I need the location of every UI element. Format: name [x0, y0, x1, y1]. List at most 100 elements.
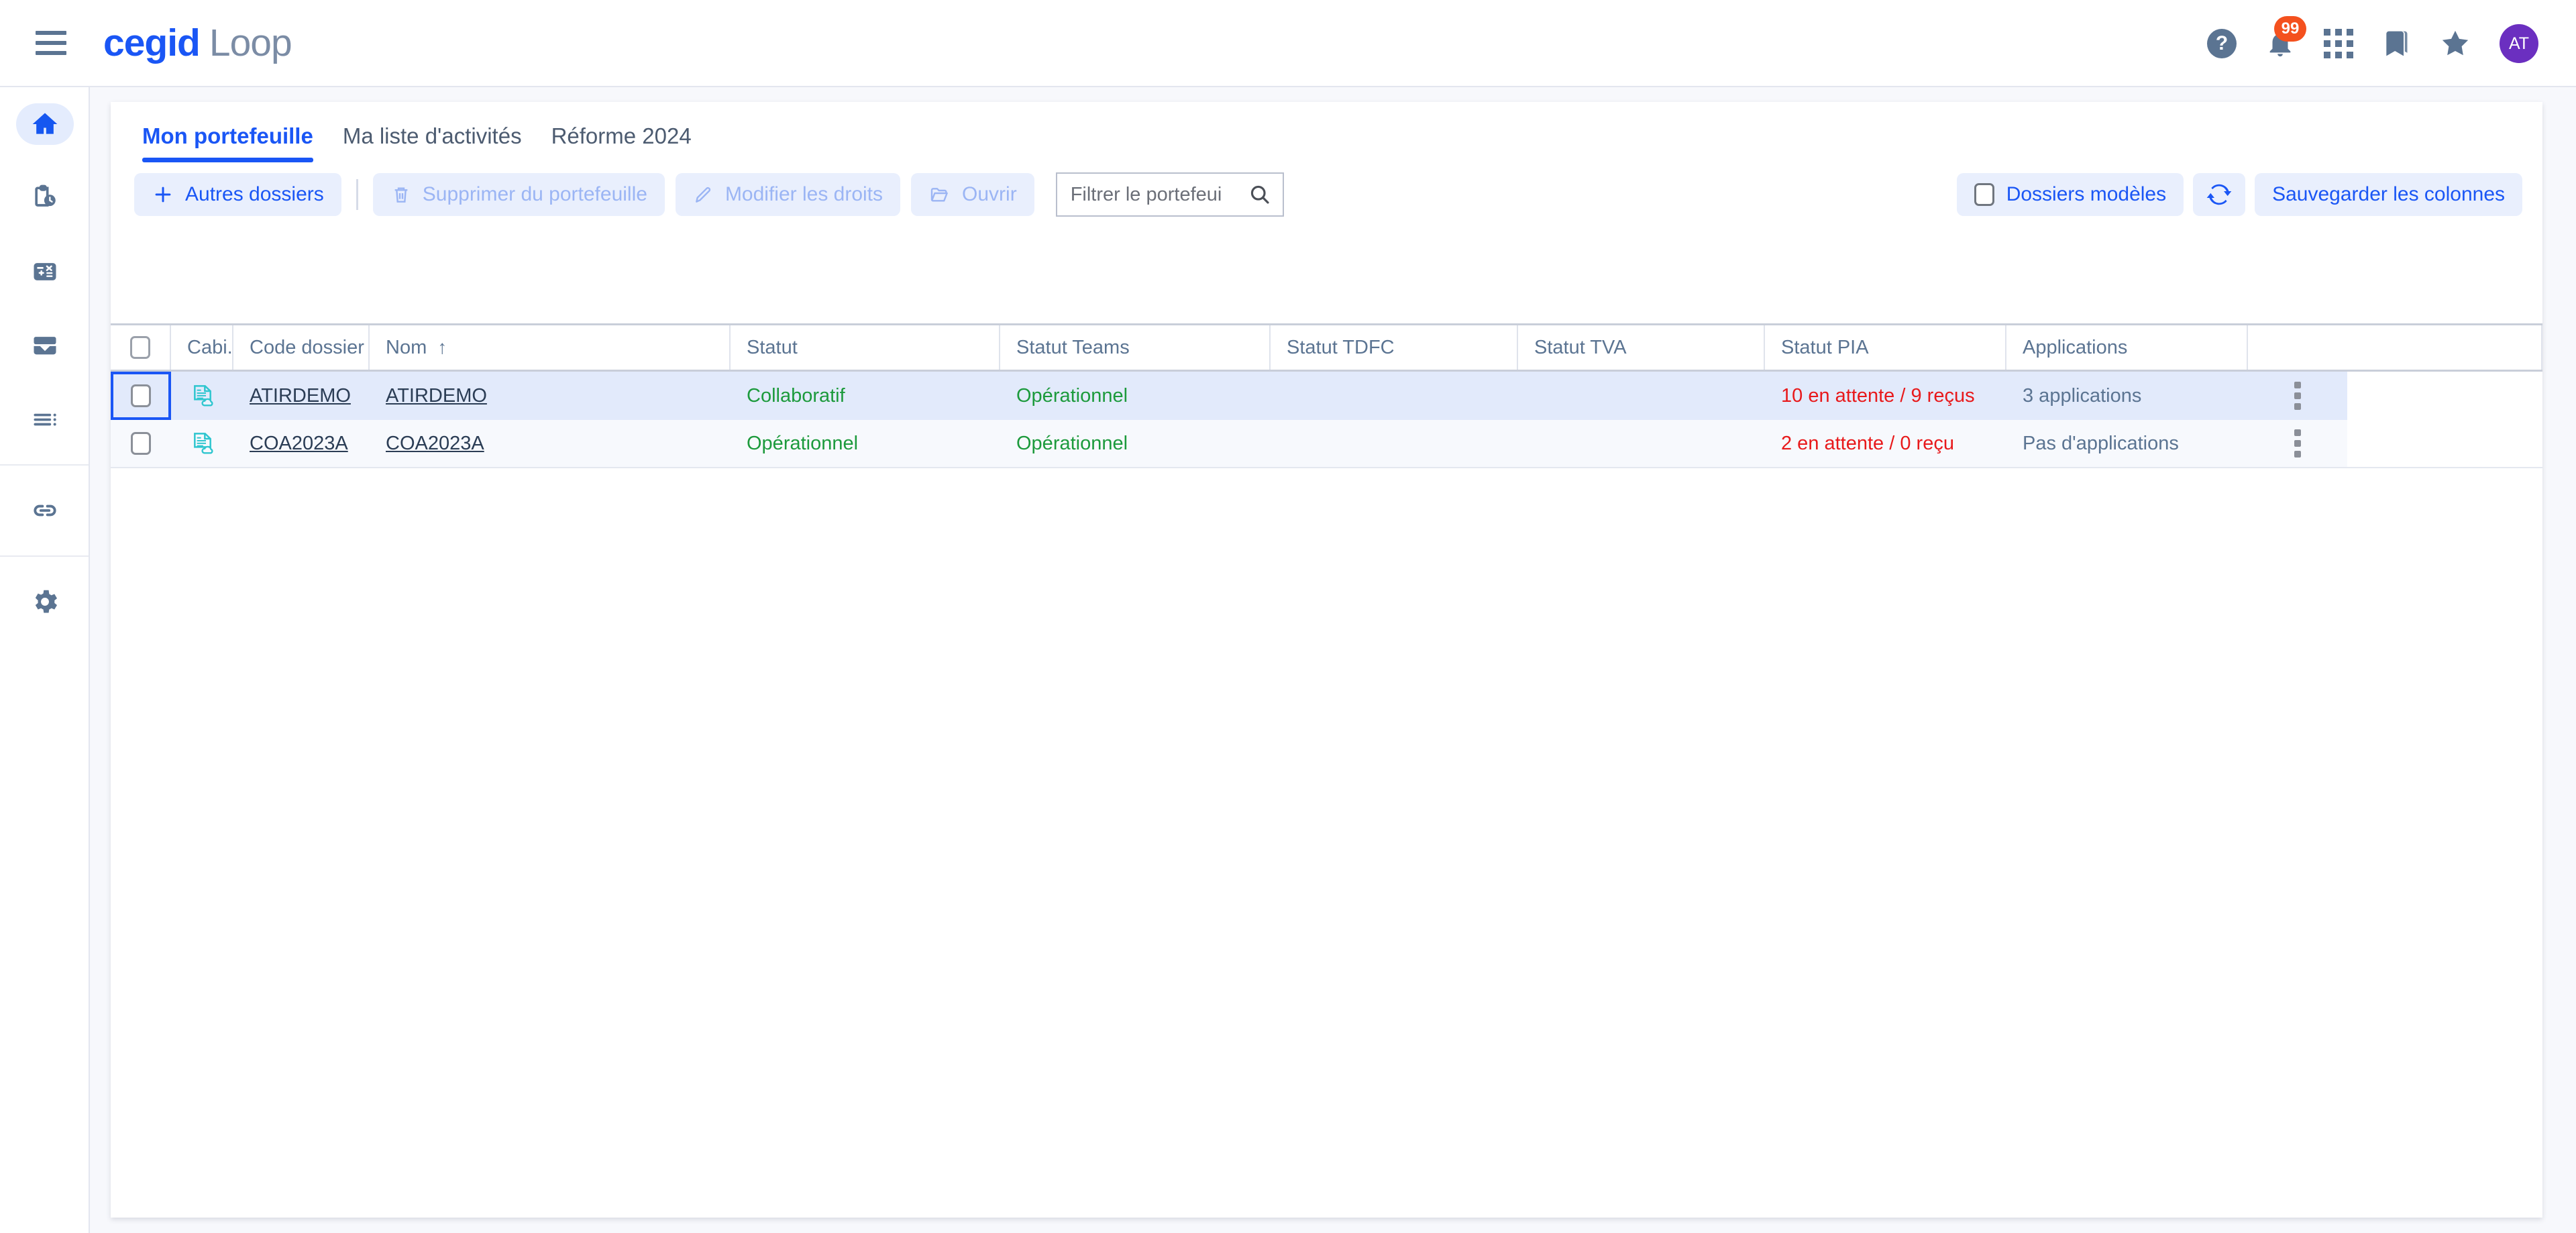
calculator-icon — [16, 251, 74, 292]
open-button[interactable]: Ouvrir — [911, 173, 1034, 216]
bookmark-icon[interactable] — [2381, 28, 2411, 60]
search-input[interactable]: Filtrer le portefeui — [1055, 172, 1284, 217]
add-folders-button[interactable]: Autres dossiers — [134, 173, 341, 216]
table-row[interactable]: ATIRDEMO ATIRDEMO Collaboratif Opération… — [111, 372, 2542, 420]
row-nom[interactable]: COA2023A — [370, 420, 731, 467]
tab-mon-portefeuille[interactable]: Mon portefeuille — [127, 123, 328, 162]
row-menu-icon[interactable] — [2294, 382, 2301, 410]
help-icon[interactable]: ? — [2207, 29, 2237, 58]
sidebar-item-home[interactable] — [0, 87, 90, 161]
brand-primary: cegid — [103, 21, 201, 64]
column-header-statut-tdfc[interactable]: Statut TDFC — [1271, 325, 1518, 370]
sidebar-item-calculator[interactable] — [0, 235, 90, 309]
column-header-actions — [2248, 325, 2542, 370]
row-checkbox[interactable] — [131, 384, 151, 407]
left-sidebar — [0, 87, 90, 1233]
sidebar-item-links[interactable] — [0, 474, 90, 547]
edit-rights-button[interactable]: Modifier les droits — [675, 173, 901, 216]
column-header-statut[interactable]: Statut — [731, 325, 1000, 370]
row-statut-tva — [1518, 420, 1765, 467]
column-header-code-dossier[interactable]: Code dossier — [233, 325, 370, 370]
header-select-all[interactable] — [111, 325, 171, 370]
gear-icon — [16, 581, 74, 623]
column-header-cabinet[interactable]: Cabi... — [171, 325, 233, 370]
inbox-tray-icon — [16, 325, 74, 366]
row-applications: 3 applications — [2023, 384, 2142, 407]
refresh-button[interactable] — [2193, 173, 2246, 216]
sidebar-item-activities[interactable] — [0, 161, 90, 235]
open-folder-icon — [930, 188, 948, 202]
star-icon[interactable] — [2439, 28, 2471, 59]
plus-icon — [155, 186, 171, 203]
list-icon — [16, 398, 74, 440]
clipboard-clock-icon — [16, 177, 74, 219]
open-label: Ouvrir — [962, 183, 1017, 205]
row-document-icon-cell — [171, 420, 233, 467]
top-header: cegid Loop ? 99 AT — [0, 0, 2576, 87]
sort-ascending-icon: ↑ — [437, 337, 447, 358]
sidebar-item-inbox[interactable] — [0, 309, 90, 382]
column-header-nom-label: Nom — [386, 336, 427, 358]
row-menu-icon[interactable] — [2294, 429, 2301, 458]
row-statut-teams: Opérationnel — [1016, 432, 1128, 454]
avatar[interactable]: AT — [2500, 24, 2538, 63]
row-select-cell[interactable] — [111, 420, 171, 467]
header-actions: ? 99 AT — [2207, 0, 2538, 87]
row-statut: Collaboratif — [747, 384, 845, 407]
apps-grid-glyph — [2324, 29, 2353, 58]
row-code-dossier-link[interactable]: COA2023A — [250, 433, 348, 455]
delete-from-portfolio-label: Supprimer du portefeuille — [422, 183, 647, 205]
app-logo: cegid Loop — [103, 21, 292, 65]
row-code-dossier[interactable]: COA2023A — [233, 420, 370, 467]
row-statut-pia: 2 en attente / 0 reçu — [1781, 432, 1954, 454]
document-cloud-icon — [193, 385, 213, 407]
sidebar-item-settings[interactable] — [0, 565, 90, 639]
row-select-focus-ring — [111, 372, 171, 420]
row-code-dossier-link[interactable]: ATIRDEMO — [250, 385, 351, 407]
toolbar-divider — [356, 179, 358, 210]
row-statut-pia: 10 en attente / 9 reçus — [1781, 384, 1975, 407]
column-header-statut-tva[interactable]: Statut TVA — [1518, 325, 1765, 370]
row-actions-cell[interactable] — [2248, 420, 2347, 467]
apps-grid-icon[interactable] — [2324, 29, 2353, 58]
row-statut-tdfc — [1271, 372, 1518, 420]
tab-ma-liste-activites[interactable]: Ma liste d'activités — [328, 123, 537, 162]
row-code-dossier[interactable]: ATIRDEMO — [233, 372, 370, 420]
table-header-row: Cabi... Code dossier Nom ↑ Statut Statut… — [111, 323, 2542, 372]
column-header-nom[interactable]: Nom ↑ — [370, 325, 731, 370]
sidebar-divider-1 — [0, 464, 89, 466]
portfolio-table: Cabi... Code dossier Nom ↑ Statut Statut… — [111, 323, 2542, 468]
save-columns-button[interactable]: Sauvegarder les colonnes — [2255, 173, 2522, 216]
brand-secondary: Loop — [209, 21, 292, 64]
notifications-bell-icon[interactable]: 99 — [2265, 16, 2306, 60]
row-checkbox[interactable] — [131, 432, 151, 455]
column-header-statut-pia[interactable]: Statut PIA — [1765, 325, 2006, 370]
bookmark-glyph — [2386, 31, 2408, 56]
portfolio-card: Mon portefeuille Ma liste d'activités Ré… — [111, 102, 2542, 1218]
template-folders-checkbox[interactable] — [1974, 183, 1994, 206]
column-header-applications[interactable]: Applications — [2006, 325, 2248, 370]
column-header-statut-teams[interactable]: Statut Teams — [1000, 325, 1271, 370]
row-nom[interactable]: ATIRDEMO — [370, 372, 731, 420]
row-statut-teams: Opérationnel — [1016, 384, 1128, 407]
row-nom-link[interactable]: COA2023A — [386, 433, 484, 455]
sidebar-divider-2 — [0, 555, 89, 557]
template-folders-toggle[interactable]: Dossiers modèles — [1956, 173, 2184, 216]
search-icon — [1250, 185, 1269, 204]
add-folders-label: Autres dossiers — [185, 183, 324, 205]
row-actions-cell[interactable] — [2248, 372, 2347, 420]
help-icon-glyph: ? — [2207, 29, 2237, 58]
notification-badge: 99 — [2274, 16, 2306, 42]
row-statut: Opérationnel — [747, 432, 859, 454]
delete-from-portfolio-button[interactable]: Supprimer du portefeuille — [372, 173, 665, 216]
refresh-icon — [2206, 184, 2232, 205]
hamburger-icon[interactable] — [32, 24, 70, 62]
action-toolbar: Autres dossiers Supprimer du portefeuill… — [111, 162, 2542, 227]
row-select-cell[interactable] — [111, 372, 171, 420]
select-all-checkbox[interactable] — [130, 336, 150, 359]
table-row[interactable]: COA2023A COA2023A Opérationnel Opération… — [111, 420, 2542, 468]
row-nom-link[interactable]: ATIRDEMO — [386, 385, 487, 407]
tab-reforme-2024[interactable]: Réforme 2024 — [537, 123, 706, 162]
sidebar-item-list[interactable] — [0, 382, 90, 456]
toolbar-right-group: Dossiers modèles Sauvegarder les colonne… — [1956, 162, 2522, 227]
